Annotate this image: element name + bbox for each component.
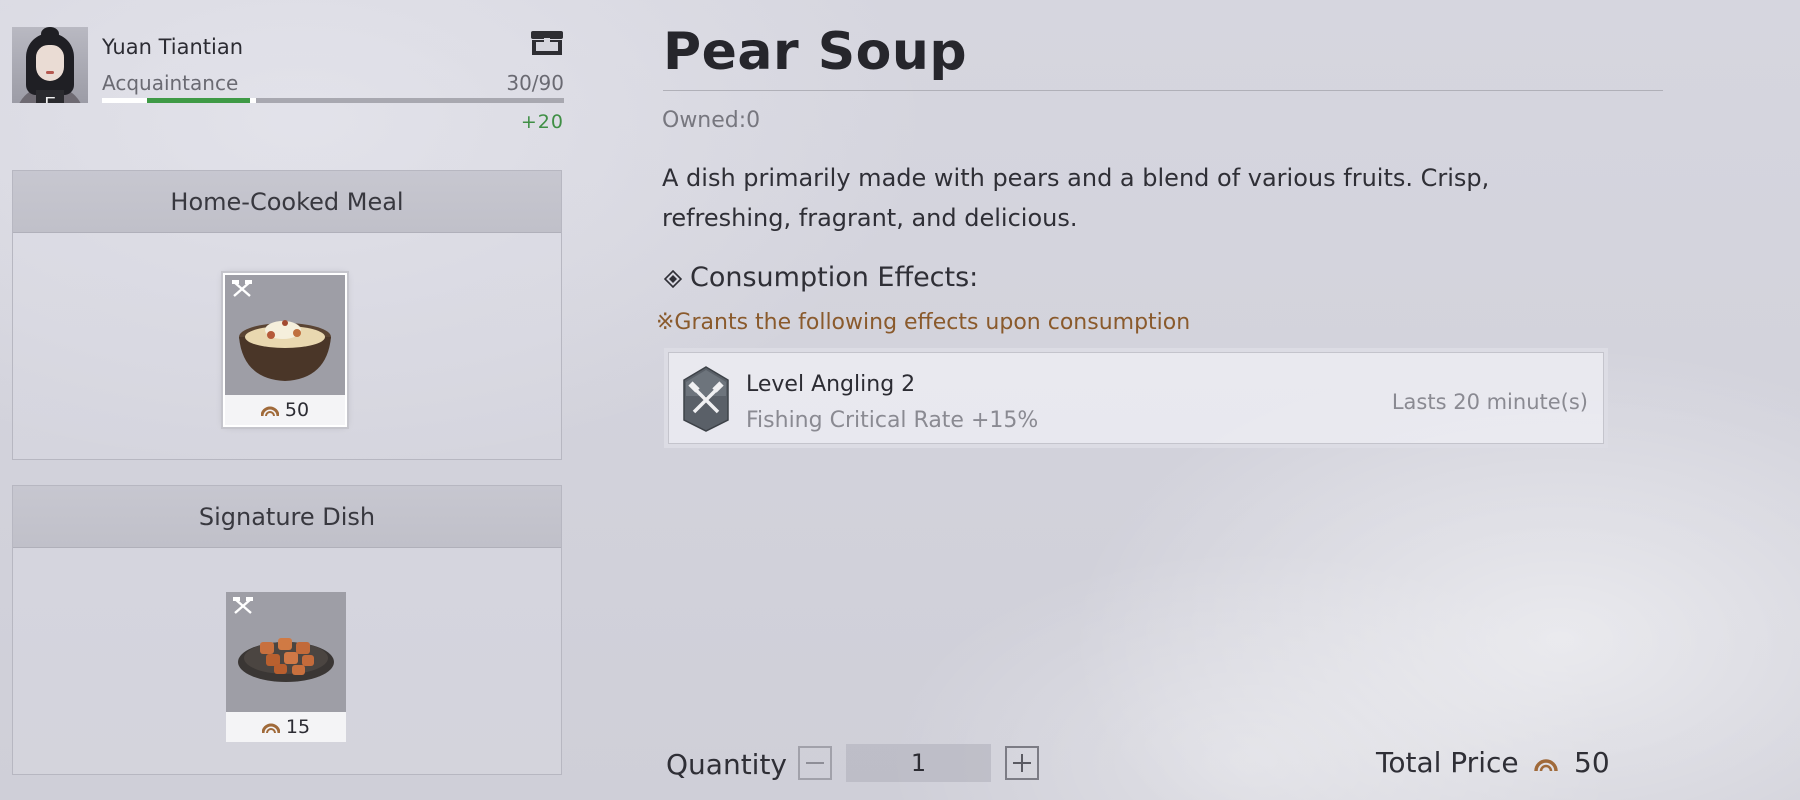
- dish-card-signature[interactable]: 15: [226, 592, 346, 742]
- npc-portrait[interactable]: F: [12, 27, 88, 103]
- coin-icon: [260, 406, 279, 416]
- relation-progress-text: 30/90: [506, 71, 564, 95]
- home-cooked-meal-panel: Home-Cooked Meal 50: [12, 170, 562, 460]
- decrease-quantity-button[interactable]: [798, 746, 832, 780]
- chest-icon[interactable]: [530, 29, 564, 57]
- item-description: A dish primarily made with pears and a b…: [662, 164, 1490, 232]
- increase-quantity-button[interactable]: [1005, 746, 1039, 780]
- crafting-hammers-icon: [233, 597, 253, 614]
- quantity-label: Quantity: [666, 748, 787, 781]
- total-price-label: Total Price: [1376, 746, 1519, 779]
- item-title: Pear Soup: [663, 22, 968, 82]
- signature-dish-panel: Signature Dish 15: [12, 485, 562, 775]
- effects-note: ※Grants the following effects upon consu…: [656, 310, 1191, 335]
- npc-relation: Acquaintance: [102, 71, 239, 95]
- owned-count: Owned:0: [662, 108, 761, 133]
- effect-detail: Fishing Critical Rate +15%: [746, 408, 1039, 433]
- dish-price: 15: [226, 712, 346, 742]
- quantity-input[interactable]: 1: [846, 744, 991, 782]
- dish-price-value: 50: [284, 399, 310, 421]
- section-title: Signature Dish: [13, 486, 561, 548]
- effect-row: Level Angling 2 Fishing Critical Rate +1…: [664, 348, 1608, 448]
- relation-gain-fill: [147, 98, 250, 103]
- section-title: Home-Cooked Meal: [13, 171, 561, 233]
- effects-heading: Consumption Effects:: [664, 262, 978, 293]
- minus-icon: [806, 762, 824, 764]
- dish-card-pear-soup[interactable]: 50: [223, 273, 347, 427]
- diamond-bullet-icon: [664, 269, 682, 288]
- coin-icon: [1534, 759, 1558, 772]
- dish-price: 50: [225, 395, 345, 425]
- dish-price-value: 15: [285, 716, 311, 738]
- angling-icon: [683, 366, 729, 432]
- effect-name: Level Angling 2: [746, 372, 916, 397]
- relation-gain-text: +20: [520, 111, 564, 133]
- effects-heading-text: Consumption Effects:: [690, 262, 979, 293]
- crafting-hammers-icon: [232, 280, 252, 297]
- title-divider: [663, 90, 1663, 91]
- total-price-value: 50: [1574, 746, 1610, 779]
- relation-progress-bar: [102, 98, 564, 103]
- npc-header: F Yuan Tiantian Acquaintance 30/90 +20: [12, 27, 564, 137]
- effect-duration: Lasts 20 minute(s): [1391, 390, 1588, 414]
- npc-name: Yuan Tiantian: [102, 35, 244, 59]
- gender-badge: F: [36, 90, 64, 103]
- coin-icon: [261, 723, 280, 733]
